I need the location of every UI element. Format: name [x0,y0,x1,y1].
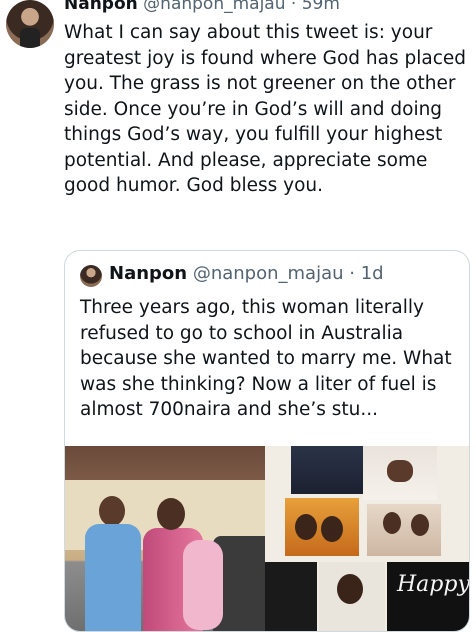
man-figure [83,496,141,631]
quoted-tweet-media[interactable]: Happy [65,446,469,631]
tweet-header: Nanpon @nanpon_majau · 59m [64,0,340,18]
collage-ring-photo [363,446,437,500]
quoted-meta-separator: · [349,263,355,284]
family-photo[interactable] [65,446,265,631]
house-roof [65,446,265,480]
collage-caption: Happy [397,572,469,597]
meta-separator: · [290,0,297,14]
collage-happy-card: Happy [387,562,469,631]
tweet-timestamp[interactable]: 59m [302,0,340,14]
quoted-tweet-header: Nanpon @nanpon_majau · 1d [109,263,384,284]
collage-couple-photo [285,498,359,556]
author-handle[interactable]: @nanpon_majau [143,0,285,14]
quoted-tweet-card[interactable]: Nanpon @nanpon_majau · 1d Three years ag… [64,250,470,632]
photo-collage[interactable]: Happy [265,446,469,631]
collage-portrait-photo [319,562,385,631]
collage-family-photo [367,504,441,556]
quoted-tweet-text: Three years ago, this woman literally re… [80,297,452,420]
quoted-author-avatar[interactable] [80,265,102,287]
quoted-author-handle[interactable]: @nanpon_majau [193,263,344,284]
tweet-text: What I can say about this tweet is: your… [64,22,466,196]
woman-with-child-figure [143,498,223,631]
author-avatar[interactable] [6,0,54,48]
quoted-author-name[interactable]: Nanpon [109,263,187,284]
collage-suit-photo [291,446,363,494]
author-name[interactable]: Nanpon [64,0,138,14]
collage-dark-photo [265,562,317,631]
quoted-tweet-timestamp[interactable]: 1d [361,263,384,284]
